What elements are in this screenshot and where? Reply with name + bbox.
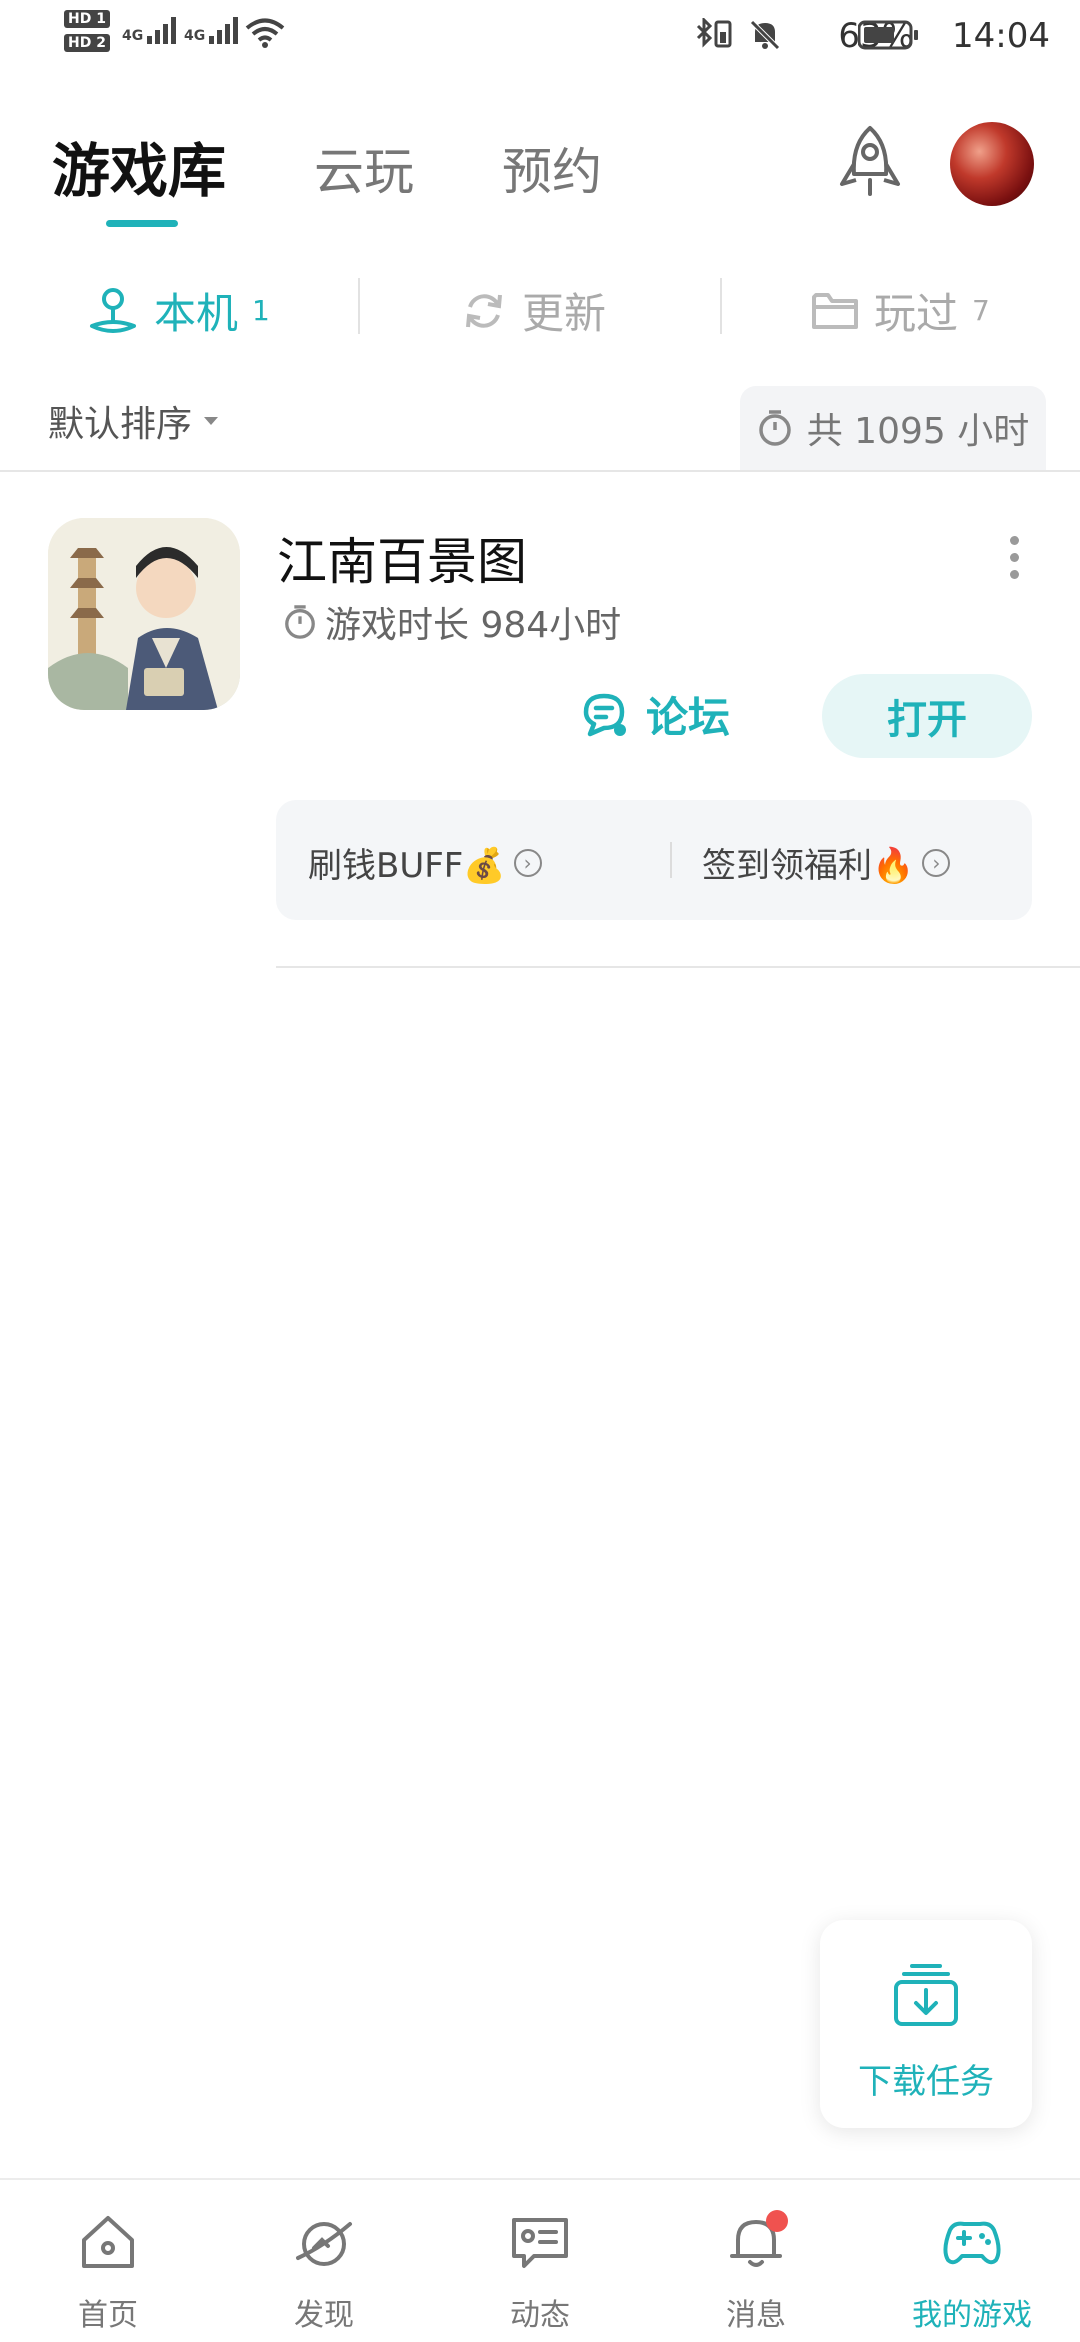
joystick-icon: [90, 287, 136, 333]
nav-messages[interactable]: 消息: [648, 2180, 864, 2342]
dot-icon: [1010, 536, 1019, 545]
forum-icon: [583, 693, 626, 736]
forum-button[interactable]: 论坛: [580, 684, 730, 745]
promo-label: 签到领福利🔥: [702, 846, 915, 886]
signal-icon: [209, 17, 239, 44]
tab-reservation[interactable]: 预约: [502, 132, 602, 204]
nav-my-games[interactable]: 我的游戏: [864, 2180, 1080, 2342]
game-icon[interactable]: [48, 518, 240, 710]
filter-tab-label: 玩过: [874, 289, 959, 338]
download-tasks-button[interactable]: 下载任务: [820, 1920, 1032, 2128]
section-divider: [0, 470, 1080, 472]
filter-tab-label: 本机: [154, 289, 239, 338]
filter-tab-local[interactable]: 本机 1: [86, 280, 270, 341]
bluetooth-battery-icon: [696, 18, 732, 48]
filter-tab-update[interactable]: 更新: [460, 280, 606, 341]
caret-down-icon: [204, 417, 219, 425]
filter-tab-count: 7: [972, 294, 990, 327]
promo-label: 刷钱BUFF💰: [308, 846, 506, 886]
card-divider: [276, 966, 1080, 968]
sim1-badge: HD 1: [64, 10, 110, 28]
refresh-icon: [466, 293, 502, 328]
more-options-button[interactable]: [1010, 536, 1020, 587]
forum-label: 论坛: [646, 693, 731, 742]
nav-label: 发现: [294, 2298, 354, 2333]
network-type-1: 4G: [122, 28, 144, 44]
clock: 14:04: [952, 16, 1050, 56]
sim-indicators: HD 1 HD 2: [64, 10, 110, 52]
feed-icon: [512, 2218, 568, 2268]
chevron-right-icon: ›: [922, 848, 951, 877]
planet-icon: [296, 2222, 352, 2266]
filter-tab-count: 1: [252, 294, 270, 327]
timer-icon: [285, 605, 315, 639]
rocket-icon[interactable]: [832, 124, 908, 200]
battery-icon: [858, 20, 918, 50]
mute-bell-icon: [750, 20, 780, 50]
tab-game-library[interactable]: 游戏库: [52, 124, 226, 208]
sort-label: 默认排序: [48, 404, 193, 445]
signal-bars-2: 4G: [184, 14, 243, 44]
promo-money-buff[interactable]: 刷钱BUFF💰 ›: [308, 838, 542, 887]
avatar[interactable]: [950, 122, 1034, 206]
sort-dropdown[interactable]: 默认排序: [48, 395, 220, 447]
bottom-nav: 首页 发现 动态 消息 我的游戏: [0, 2178, 1080, 2342]
game-title[interactable]: 江南百景图: [277, 522, 527, 594]
promo-checkin-rewards[interactable]: 签到领福利🔥 ›: [702, 838, 951, 887]
dot-icon: [1010, 553, 1019, 562]
nav-label: 消息: [726, 2298, 786, 2333]
nav-label: 动态: [510, 2298, 570, 2333]
download-tasks-label: 下载任务: [858, 2062, 994, 2102]
chevron-right-icon: ›: [513, 848, 542, 877]
folder-icon: [812, 292, 858, 329]
nav-label: 首页: [78, 2298, 138, 2333]
signal-icon: [147, 17, 177, 44]
tab-cloud-play[interactable]: 云玩: [314, 132, 414, 204]
gamepad-icon: [943, 2221, 1001, 2265]
nav-label: 我的游戏: [912, 2298, 1032, 2333]
network-type-2: 4G: [184, 28, 206, 44]
active-tab-indicator: [106, 220, 178, 227]
download-tray-icon: [894, 1964, 958, 2026]
dot-icon: [1010, 570, 1019, 579]
filter-tab-label: 更新: [522, 289, 607, 338]
promo-bar: 刷钱BUFF💰 › 签到领福利🔥 ›: [276, 800, 1032, 920]
status-bar: HD 1 HD 2 4G 4G 63% 14:04: [0, 0, 1080, 80]
game-playtime-text: 游戏时长 984小时: [325, 605, 622, 646]
wifi-icon: [245, 18, 285, 48]
game-playtime: 游戏时长 984小时: [283, 596, 621, 648]
total-playtime-text: 共 1095 小时: [806, 411, 1030, 452]
divider: [358, 278, 360, 334]
divider: [720, 278, 722, 334]
nav-discover[interactable]: 发现: [216, 2180, 432, 2342]
home-icon: [82, 2216, 134, 2268]
sim2-badge: HD 2: [64, 34, 110, 52]
signal-bars-1: 4G: [122, 14, 181, 44]
nav-home[interactable]: 首页: [0, 2180, 216, 2342]
filter-tab-played[interactable]: 玩过 7: [810, 280, 990, 341]
nav-feed[interactable]: 动态: [432, 2180, 648, 2342]
total-playtime: 共 1095 小时: [740, 386, 1046, 470]
open-game-button[interactable]: 打开: [822, 674, 1032, 758]
promo-divider: [670, 842, 672, 878]
notification-badge: [766, 2210, 788, 2232]
timer-icon: [758, 410, 791, 446]
game-artwork: [48, 518, 240, 710]
